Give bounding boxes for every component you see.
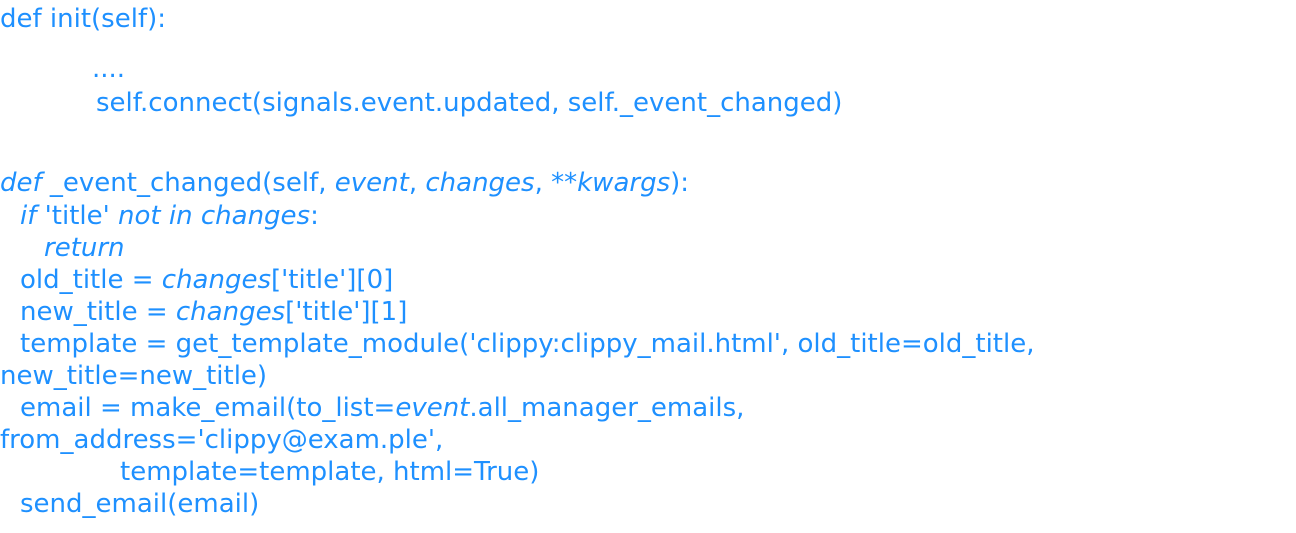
code-line: new_title = changes['title'][1] — [20, 297, 407, 327]
code-line: def init(self): — [0, 4, 167, 34]
code-line: self.connect(signals.event.updated, self… — [96, 88, 843, 118]
code-snippet: def init(self): .... self.connect(signal… — [0, 0, 1296, 533]
code-line: .... — [92, 54, 126, 84]
code-line: template=template, html=True) — [120, 457, 540, 487]
var-changes: changes — [175, 297, 286, 327]
keyword-if: if — [20, 201, 37, 231]
assignment-lhs: new_title = — [20, 297, 176, 327]
code-line: return — [44, 233, 125, 263]
signature-end: ): — [670, 168, 690, 198]
code-line: from_address='clippy@exam.ple', — [0, 425, 444, 455]
var-event: event — [395, 393, 470, 423]
code-line: new_title=new_title) — [0, 361, 268, 391]
var-changes: changes — [161, 265, 272, 295]
code-line: def _event_changed(self, event, changes,… — [0, 168, 689, 198]
keyword-def: def — [0, 168, 42, 198]
param-changes: changes — [425, 168, 535, 198]
code-line: send_email(email) — [20, 489, 260, 519]
code-line: old_title = changes['title'][0] — [20, 265, 393, 295]
param-kwargs: **kwargs — [551, 168, 671, 198]
assignment-lhs: old_title = — [20, 265, 162, 295]
call-suffix: .all_manager_emails, — [469, 393, 745, 423]
code-line: email = make_email(to_list=event.all_man… — [20, 393, 744, 423]
string-title: 'title' — [36, 201, 119, 231]
function-signature: _event_changed(self, — [41, 168, 335, 198]
separator: , — [408, 168, 426, 198]
code-line: template = get_template_module('clippy:c… — [20, 329, 1035, 359]
keyword-return: return — [44, 233, 125, 263]
param-event: event — [334, 168, 409, 198]
keyword-not-in: not in changes — [118, 201, 311, 231]
call-prefix: email = make_email(to_list= — [20, 393, 396, 423]
separator: , — [534, 168, 552, 198]
colon: : — [310, 201, 319, 231]
code-line: if 'title' not in changes: — [20, 201, 319, 231]
subscript: ['title'][0] — [271, 265, 394, 295]
subscript: ['title'][1] — [285, 297, 408, 327]
